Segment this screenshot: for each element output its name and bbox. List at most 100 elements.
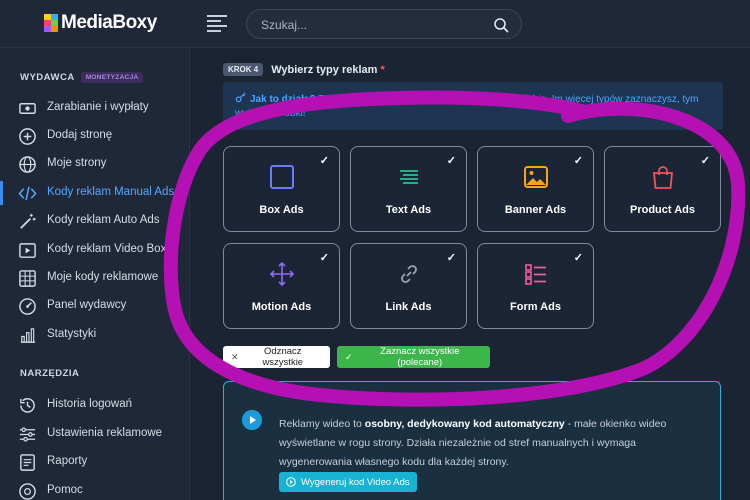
video-play-icon [19, 243, 36, 258]
sidebar-item-statistics[interactable]: Statystyki [0, 321, 190, 349]
logo-text: MediaBoxy [61, 12, 157, 33]
check-icon: ✓ [700, 155, 710, 167]
sidebar-item-label: Raporty [47, 455, 88, 467]
info-lead: Jak to działa? [250, 94, 316, 105]
required-mark: * [380, 63, 385, 76]
monetization-badge: MONETYZACJA [80, 72, 144, 83]
section-tools-label: NARZĘDZIA [20, 368, 80, 379]
help-icon [19, 483, 36, 500]
check-icon: ✓ [573, 252, 583, 264]
ad-type-card-text[interactable]: ✓ Text Ads [350, 146, 467, 232]
sidebar-item-label: Zarabianie i wypłaty [47, 101, 149, 113]
gauge-icon [19, 298, 36, 315]
sidebar-item-earnings[interactable]: Zarabianie i wypłaty [0, 94, 190, 122]
plus-circle-icon [19, 128, 36, 145]
top-bar: MediaBoxy [0, 0, 750, 48]
section-publisher: WYDAWCA MONETYZACJA [20, 72, 144, 83]
sidebar-item-label: Ustawienia reklamowe [47, 427, 163, 439]
search-icon[interactable] [493, 17, 509, 33]
history-icon [20, 398, 35, 413]
deselect-all-label: Odznacz wszystkie [262, 346, 304, 368]
sidebar-item-add-site[interactable]: Dodaj stronę [0, 122, 190, 150]
form-list-icon [525, 264, 546, 285]
sidebar: WYDAWCA MONETYZACJA Zarabianie i wypłaty… [0, 48, 190, 500]
check-icon: ✓ [319, 155, 329, 167]
sidebar-item-label: Moje kody reklamowe [47, 271, 159, 283]
ad-type-card-link[interactable]: ✓ Link Ads [350, 243, 467, 329]
video-text-bold: osobny, dedykowany kod automatyczny [364, 418, 565, 430]
play-circle-icon [286, 477, 296, 487]
sidebar-item-my-codes[interactable]: Moje kody reklamowe [0, 264, 190, 292]
grid-icon [19, 270, 36, 287]
logo-mark-icon [44, 14, 58, 32]
sidebar-item-video-box[interactable]: Kody reklam Video Box [0, 236, 190, 264]
ad-type-card-form[interactable]: ✓ Form Ads [477, 243, 594, 329]
sidebar-item-label: Historia logowań [47, 398, 133, 410]
generate-video-ads-label: Wygeneruj kod Video Ads [301, 476, 410, 488]
square-outline-icon [270, 165, 294, 189]
ad-type-label: Product Ads [630, 204, 695, 216]
section-tools: NARZĘDZIA [20, 368, 79, 379]
ad-type-label: Text Ads [385, 204, 432, 216]
image-icon [524, 166, 548, 188]
sidebar-item-label: Kody reklam Manual Ads [47, 186, 175, 198]
search-box [246, 9, 522, 39]
check-icon: ✓ [319, 252, 329, 264]
sidebar-item-manual-ads[interactable]: Kody reklam Manual Ads [0, 179, 190, 207]
ad-type-label: Banner Ads [504, 204, 567, 216]
video-ads-description: Reklamy wideo to osobny, dedykowany kod … [279, 415, 704, 472]
sidebar-item-help[interactable]: Pomoc [0, 477, 190, 500]
select-all-button[interactable]: ✓ Zaznacz wszystkie (polecane) [337, 346, 490, 368]
sidebar-item-publisher-panel[interactable]: Panel wydawcy [0, 292, 190, 320]
magic-wand-icon [20, 213, 36, 229]
search-input[interactable] [261, 16, 481, 34]
section-publisher-label: WYDAWCA [20, 72, 75, 83]
sidebar-item-auto-ads[interactable]: Kody reklam Auto Ads [0, 207, 190, 235]
select-all-label: Zaznacz wszystkie (polecane) [380, 346, 460, 368]
video-text-1: Reklamy wideo to [279, 418, 365, 430]
deselect-all-button[interactable]: ✕ Odznacz wszystkie [223, 346, 330, 368]
text-lines-icon [400, 170, 418, 184]
ad-type-card-box[interactable]: ✓ Box Ads [223, 146, 340, 232]
ad-type-card-banner[interactable]: ✓ Banner Ads [477, 146, 594, 232]
check-icon: ✓ [446, 252, 456, 264]
sidebar-item-login-history[interactable]: Historia logowań [0, 391, 190, 419]
globe-icon [19, 156, 36, 173]
ad-type-card-motion[interactable]: ✓ Motion Ads [223, 243, 340, 329]
menu-toggle-icon[interactable] [207, 15, 227, 33]
check-icon: ✓ [573, 155, 583, 167]
link-icon [401, 265, 417, 283]
code-icon [18, 186, 37, 201]
move-arrows-icon [269, 261, 295, 287]
report-icon [20, 454, 35, 471]
step-title: Wybierz typy reklam * [271, 64, 385, 76]
sidebar-item-my-sites[interactable]: Moje strony [0, 150, 190, 178]
step-badge: KROK 4 [223, 63, 264, 76]
info-box: Jak to działa? Reklamy są wyświetlane w … [223, 82, 723, 130]
ad-type-label: Motion Ads [251, 301, 312, 313]
sidebar-item-reports[interactable]: Raporty [0, 448, 190, 476]
ad-type-label: Form Ads [510, 301, 561, 313]
key-icon [235, 92, 246, 103]
step-title-text: Wybierz typy reklam [271, 63, 378, 76]
ad-type-card-product[interactable]: ✓ Product Ads [604, 146, 721, 232]
sidebar-item-label: Pomoc [47, 484, 83, 496]
main-content: KROK 4 Wybierz typy reklam * Jak to dzia… [191, 48, 750, 500]
check-icon: ✓ [446, 155, 456, 167]
sidebar-item-label: Kody reklam Auto Ads [47, 214, 160, 226]
sidebar-item-label: Dodaj stronę [47, 129, 113, 141]
logo[interactable]: MediaBoxy [44, 12, 157, 34]
play-icon [242, 410, 262, 430]
video-ads-box: Reklamy wideo to osobny, dedykowany kod … [223, 381, 721, 500]
sidebar-item-label: Panel wydawcy [47, 299, 127, 311]
bar-chart-icon [20, 328, 36, 343]
sidebar-item-label: Moje strony [47, 157, 107, 169]
ad-type-label: Box Ads [259, 204, 304, 216]
step-header: KROK 4 Wybierz typy reklam * [223, 63, 385, 76]
generate-video-ads-button[interactable]: Wygeneruj kod Video Ads [279, 472, 417, 492]
sliders-icon [19, 427, 36, 442]
close-icon: ✕ [231, 351, 239, 362]
sidebar-item-ad-settings[interactable]: Ustawienia reklamowe [0, 420, 190, 448]
cash-icon [19, 103, 36, 114]
check-small-icon: ✓ [345, 351, 353, 362]
